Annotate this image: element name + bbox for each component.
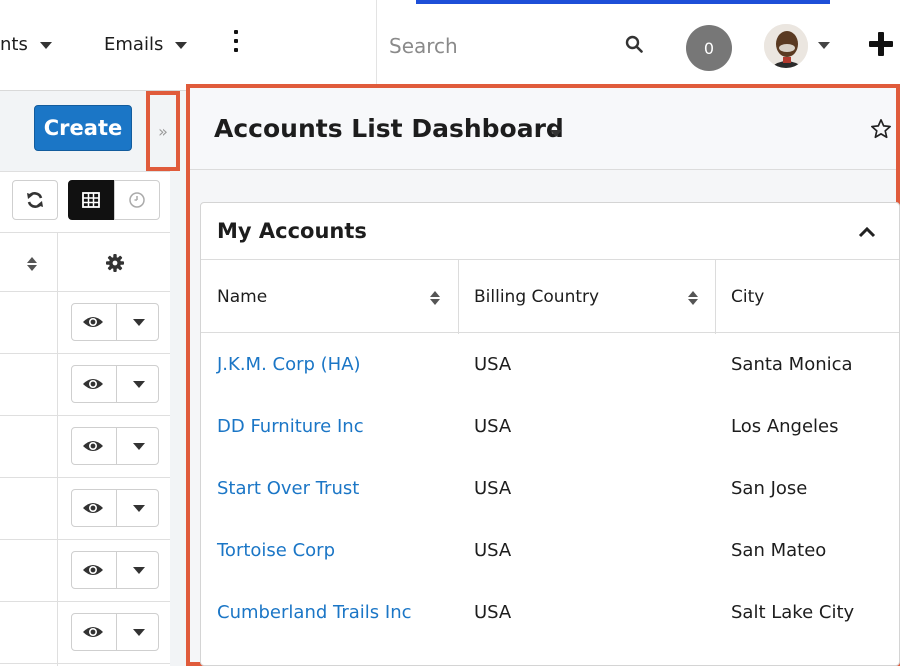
chevron-down-icon[interactable]: [175, 42, 188, 49]
table-row: J.K.M. Corp (HA) USA Santa Monica: [201, 333, 899, 395]
refresh-icon: [27, 192, 43, 208]
plus-icon[interactable]: [869, 32, 893, 56]
billing-country-cell: USA: [474, 539, 512, 561]
dashboard-header: Accounts List Dashboard: [190, 88, 896, 170]
toggle-sidebar-button[interactable]: »: [146, 91, 180, 171]
gear-icon[interactable]: [105, 253, 125, 273]
billing-country-cell: USA: [474, 601, 512, 623]
button-divider: [116, 304, 117, 340]
account-name-link[interactable]: Start Over Trust: [217, 457, 359, 519]
row-actions[interactable]: [71, 365, 159, 403]
table-icon: [82, 192, 100, 208]
nav-tab-emails[interactable]: Emails: [104, 34, 188, 55]
billing-country-cell: USA: [474, 415, 512, 437]
chevron-down-icon[interactable]: [133, 319, 145, 326]
chevron-up-icon[interactable]: [857, 225, 877, 239]
account-name-link[interactable]: DD Furniture Inc: [217, 395, 364, 457]
button-divider: [116, 490, 117, 526]
city-cell: Santa Monica: [731, 353, 853, 375]
table-header-row: Name Billing Country City: [201, 259, 899, 334]
dashlet-my-accounts: My Accounts Name Billing Country City J.…: [200, 202, 900, 666]
button-divider: [116, 614, 117, 650]
dashlet-title: My Accounts: [217, 219, 367, 243]
city-cell: Salt Lake City: [731, 601, 855, 623]
dashboard-panel: Accounts List Dashboard My Accounts Name…: [186, 84, 900, 666]
top-navigation: nts Emails Search 0: [0, 0, 901, 90]
list-view-pane: Create »: [0, 90, 186, 666]
list-row: [0, 292, 170, 354]
view-switcher: [0, 180, 170, 220]
column-header-billing-country[interactable]: Billing Country: [474, 260, 599, 334]
button-divider: [116, 552, 117, 588]
column-header-name[interactable]: Name: [217, 260, 267, 334]
table-row: Start Over Trust USA San Jose: [201, 457, 899, 519]
clock-icon: [129, 192, 145, 208]
star-icon[interactable]: [870, 118, 892, 140]
billing-country-cell: USA: [474, 353, 512, 375]
sort-icon[interactable]: [26, 256, 38, 272]
eye-icon[interactable]: [82, 376, 104, 392]
city-cell: San Jose: [731, 477, 808, 499]
chevron-down-icon[interactable]: [133, 381, 145, 388]
table-row: Cumberland Trails Inc USA Salt Lake City: [201, 581, 899, 643]
list-row: [0, 478, 170, 540]
row-actions[interactable]: [71, 489, 159, 527]
eye-icon[interactable]: [82, 562, 104, 578]
column-divider: [57, 232, 58, 292]
activity-stream-toggle[interactable]: [114, 180, 160, 220]
list-row: [0, 540, 170, 602]
table-row: Tortoise Corp USA San Mateo: [201, 519, 899, 581]
list-header-row: [0, 232, 170, 292]
more-menu-icon[interactable]: [234, 30, 238, 52]
chevron-down-icon[interactable]: [818, 42, 830, 49]
eye-icon[interactable]: [82, 314, 104, 330]
row-actions[interactable]: [71, 551, 159, 589]
refresh-button[interactable]: [12, 180, 58, 220]
column-header-city[interactable]: City: [731, 260, 764, 334]
column-divider: [715, 260, 716, 334]
eye-icon[interactable]: [82, 624, 104, 640]
create-button[interactable]: Create: [34, 105, 132, 151]
button-divider: [116, 366, 117, 402]
user-avatar[interactable]: [764, 24, 808, 68]
list-row: [0, 354, 170, 416]
chevron-down-icon[interactable]: [133, 629, 145, 636]
dashboard-title[interactable]: Accounts List Dashboard: [214, 114, 564, 143]
sort-icon[interactable]: [429, 290, 441, 306]
search-placeholder[interactable]: Search: [389, 34, 458, 58]
city-cell: San Mateo: [731, 539, 827, 561]
eye-icon[interactable]: [82, 438, 104, 454]
billing-country-cell: USA: [474, 477, 512, 499]
account-name-link[interactable]: Cumberland Trails Inc: [217, 581, 412, 643]
button-divider: [116, 428, 117, 464]
list-row: [0, 602, 170, 664]
nav-tab-accounts[interactable]: nts: [0, 34, 52, 55]
chevron-down-icon[interactable]: [133, 443, 145, 450]
notifications-count: 0: [703, 38, 715, 58]
list-view-toggle[interactable]: [68, 180, 114, 220]
account-name-link[interactable]: J.K.M. Corp (HA): [217, 333, 361, 395]
row-actions[interactable]: [71, 613, 159, 651]
nav-tab-label: Emails: [104, 34, 164, 55]
table-row: DD Furniture Inc USA Los Angeles: [201, 395, 899, 457]
sort-icon[interactable]: [687, 290, 699, 306]
column-divider: [458, 260, 459, 334]
nav-tab-label: nts: [0, 34, 28, 55]
account-name-link[interactable]: Tortoise Corp: [217, 519, 335, 581]
row-actions[interactable]: [71, 427, 159, 465]
chevron-down-icon[interactable]: [550, 130, 562, 137]
chevron-down-icon[interactable]: [133, 567, 145, 574]
list-row: [0, 416, 170, 478]
row-actions[interactable]: [71, 303, 159, 341]
city-cell: Los Angeles: [731, 415, 839, 437]
global-search[interactable]: Search: [376, 0, 666, 90]
chevron-down-icon[interactable]: [133, 505, 145, 512]
user-photo: [764, 24, 808, 68]
eye-icon[interactable]: [82, 500, 104, 516]
double-chevron-right-icon: »: [158, 121, 168, 141]
chevron-down-icon[interactable]: [39, 42, 52, 49]
notifications-badge[interactable]: 0: [686, 25, 732, 71]
search-icon[interactable]: [625, 35, 643, 53]
record-list: [0, 171, 170, 666]
